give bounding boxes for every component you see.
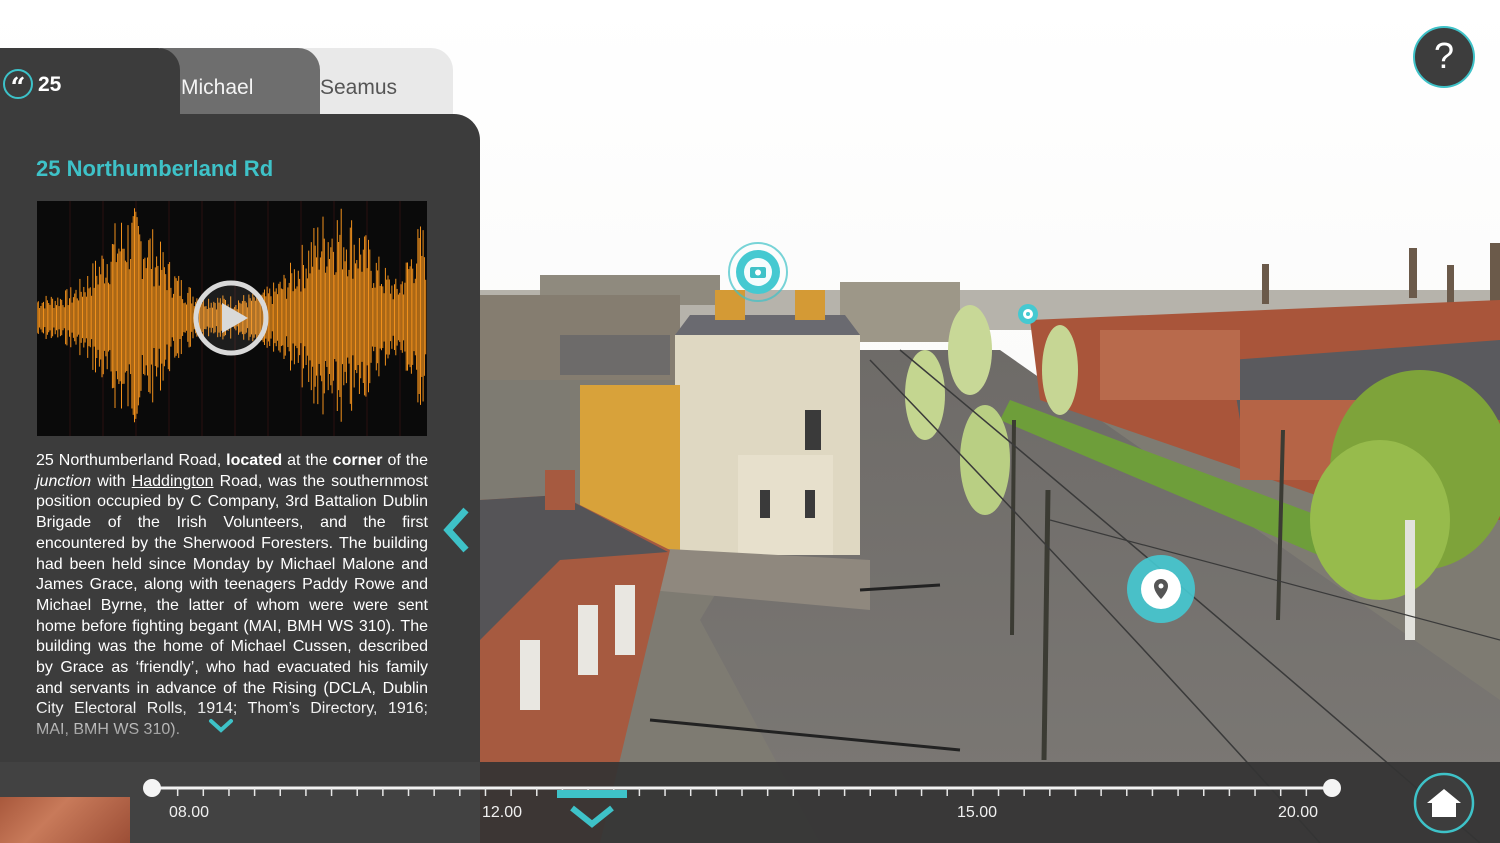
text-bold-corner: corner bbox=[332, 452, 383, 469]
timeline-slider[interactable] bbox=[0, 762, 1500, 843]
text-run: of the bbox=[382, 452, 428, 469]
timeline-bar: 08.00 12.00 15.00 20.00 bbox=[0, 762, 1500, 843]
time-label: 15.00 bbox=[957, 804, 998, 821]
timeline-start-handle bbox=[143, 779, 161, 797]
text-run: 25 Northumberland Road, bbox=[36, 452, 227, 469]
tab-seamus-label: Seamus bbox=[320, 76, 398, 99]
camera-icon[interactable] bbox=[727, 241, 789, 303]
tab-25[interactable]: “ 25 bbox=[0, 48, 180, 118]
text-bold-located: located bbox=[226, 452, 283, 469]
location-pin-icon[interactable] bbox=[1125, 553, 1197, 625]
tab-25-label: 25 bbox=[38, 73, 62, 96]
home-icon[interactable] bbox=[1413, 772, 1475, 834]
panel-title: 25 Northumberland Rd bbox=[36, 156, 274, 181]
small-point-icon[interactable] bbox=[1017, 303, 1039, 325]
tab-michael-label: Michael bbox=[181, 76, 254, 99]
time-label: 12.00 bbox=[482, 804, 523, 821]
text-run: Road, was the southernmost position occu… bbox=[36, 472, 429, 739]
text-run: at the bbox=[282, 452, 333, 469]
tab-michael[interactable]: Michael bbox=[160, 48, 320, 114]
time-label: 08.00 bbox=[169, 804, 210, 821]
timeline-current-marker bbox=[557, 790, 627, 798]
collapse-panel-chevron-icon[interactable] bbox=[440, 506, 472, 554]
scroll-down-icon[interactable] bbox=[208, 718, 234, 734]
panel-body: 25 Northumberland Rd 25 Northumberland R… bbox=[0, 114, 480, 762]
text-link-haddington[interactable]: Haddington bbox=[132, 473, 214, 490]
timeline-chevron-icon bbox=[570, 805, 614, 828]
text-run: with bbox=[91, 472, 132, 490]
timeline-end-handle bbox=[1323, 779, 1341, 797]
play-icon[interactable] bbox=[192, 279, 270, 357]
quote-icon: “ bbox=[3, 69, 33, 103]
time-label: 20.00 bbox=[1278, 804, 1319, 821]
info-panel: “ 25 Michael Seamus 25 Northumberland Rd… bbox=[0, 48, 480, 762]
audio-player[interactable] bbox=[37, 201, 427, 436]
panel-description: 25 Northumberland Road, located at the c… bbox=[36, 451, 428, 741]
text-italic-junction: junction bbox=[36, 472, 92, 490]
help-button[interactable]: ? bbox=[1413, 26, 1475, 88]
